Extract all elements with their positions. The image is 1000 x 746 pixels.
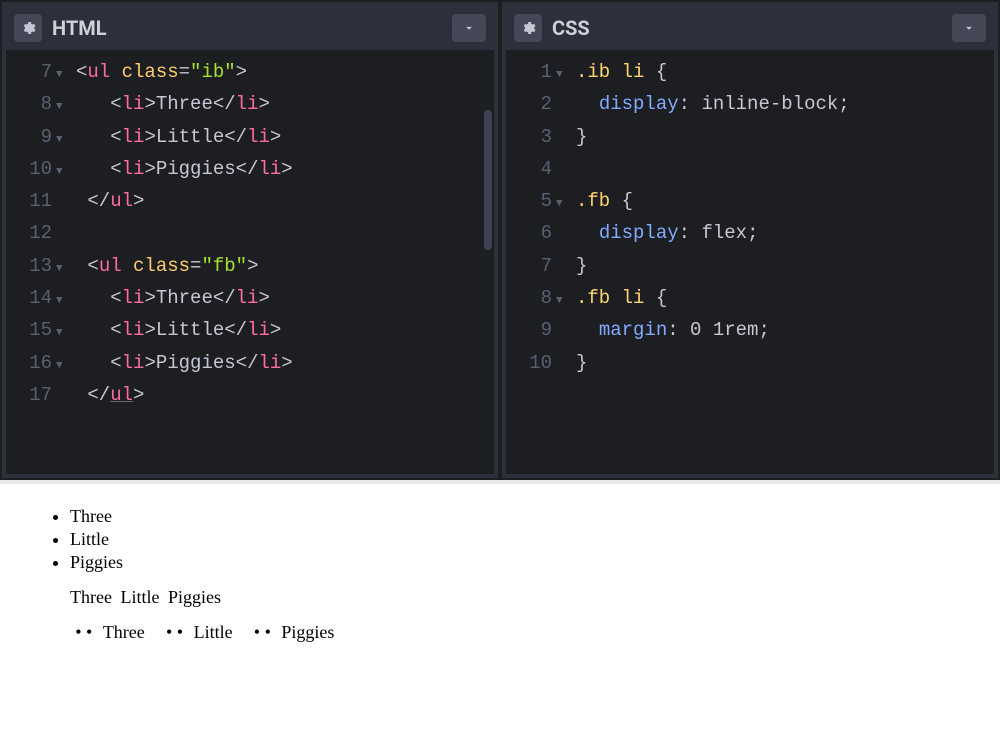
code-content[interactable]: .fb li { xyxy=(572,282,667,314)
fold-icon[interactable]: ▼ xyxy=(56,324,72,343)
preview-area: Three Little Piggies Three Little Piggie… xyxy=(0,480,1000,746)
line-number: 15 xyxy=(6,314,56,346)
chevron-down-icon[interactable] xyxy=(952,14,986,42)
editors-row: HTML 7▼<ul class="ib">8▼ <li>Three</li>9… xyxy=(0,0,1000,480)
fold-icon[interactable]: ▼ xyxy=(56,357,72,376)
line-number: 6 xyxy=(506,217,556,249)
code-content[interactable]: <li>Three</li> xyxy=(72,282,270,314)
code-line[interactable]: 1▼.ib li { xyxy=(506,56,994,88)
code-line[interactable]: 8▼.fb li { xyxy=(506,282,994,314)
code-content[interactable]: margin: 0 1rem; xyxy=(572,314,770,346)
html-pane-header: HTML xyxy=(6,6,494,50)
fold-icon[interactable]: ▼ xyxy=(556,66,572,85)
line-number: 8 xyxy=(6,88,56,120)
list-item: Three xyxy=(86,622,145,643)
code-content[interactable]: <ul class="ib"> xyxy=(72,56,247,88)
preview-list-inline-block: Three Little Piggies xyxy=(30,587,970,608)
code-line[interactable]: 12 xyxy=(6,217,494,249)
code-content[interactable]: .fb { xyxy=(572,185,633,217)
line-number: 3 xyxy=(506,121,556,153)
list-item: Piggies xyxy=(168,587,221,608)
line-number: 8 xyxy=(506,282,556,314)
code-line[interactable]: 14▼ <li>Three</li> xyxy=(6,282,494,314)
code-content[interactable]: .ib li { xyxy=(572,56,667,88)
line-number: 10 xyxy=(6,153,56,185)
html-pane-title: HTML xyxy=(52,16,107,40)
fold-icon[interactable]: ▼ xyxy=(56,131,72,150)
fold-icon[interactable]: ▼ xyxy=(56,163,72,182)
code-content[interactable]: } xyxy=(572,121,587,153)
code-content[interactable]: <li>Little</li> xyxy=(72,121,281,153)
list-item: Little xyxy=(177,622,233,643)
fold-icon[interactable]: ▼ xyxy=(56,66,72,85)
code-content[interactable]: <li>Piggies</li> xyxy=(72,153,293,185)
fold-icon[interactable]: ▼ xyxy=(556,292,572,311)
fold-icon[interactable]: ▼ xyxy=(56,98,72,117)
code-content[interactable]: <li>Little</li> xyxy=(72,314,281,346)
code-content[interactable]: <li>Piggies</li> xyxy=(72,347,293,379)
list-item: Three xyxy=(70,506,970,527)
gear-icon[interactable] xyxy=(514,14,542,42)
code-line[interactable]: 17 </ul> xyxy=(6,379,494,411)
code-line[interactable]: 16▼ <li>Piggies</li> xyxy=(6,347,494,379)
line-number: 2 xyxy=(506,88,556,120)
code-line[interactable]: 9 margin: 0 1rem; xyxy=(506,314,994,346)
code-line[interactable]: 2 display: inline-block; xyxy=(506,88,994,120)
code-line[interactable]: 6 display: flex; xyxy=(506,217,994,249)
code-line[interactable]: 15▼ <li>Little</li> xyxy=(6,314,494,346)
fold-icon[interactable]: ▼ xyxy=(56,260,72,279)
list-item: Little xyxy=(120,587,159,608)
code-content[interactable]: display: inline-block; xyxy=(572,88,850,120)
code-line[interactable]: 8▼ <li>Three</li> xyxy=(6,88,494,120)
preview-list-normal: Three Little Piggies xyxy=(30,506,970,573)
code-content[interactable]: display: flex; xyxy=(572,217,758,249)
code-content[interactable]: } xyxy=(572,347,587,379)
css-pane-title: CSS xyxy=(552,16,590,40)
code-line[interactable]: 10} xyxy=(506,347,994,379)
line-number: 10 xyxy=(506,347,556,379)
code-content[interactable]: <ul class="fb"> xyxy=(72,250,258,282)
scrollbar[interactable] xyxy=(484,110,492,250)
preview-list-flex: Three Little Piggies xyxy=(30,622,970,643)
code-line[interactable]: 13▼ <ul class="fb"> xyxy=(6,250,494,282)
code-line[interactable]: 4 xyxy=(506,153,994,185)
list-item: Three xyxy=(70,587,112,608)
css-pane: CSS 1▼.ib li {2 display: inline-block;3}… xyxy=(502,2,998,478)
css-pane-header: CSS xyxy=(506,6,994,50)
code-line[interactable]: 10▼ <li>Piggies</li> xyxy=(6,153,494,185)
line-number: 5 xyxy=(506,185,556,217)
code-content[interactable]: } xyxy=(572,250,587,282)
code-line[interactable]: 5▼.fb { xyxy=(506,185,994,217)
list-item: Piggies xyxy=(70,552,970,573)
line-number: 1 xyxy=(506,56,556,88)
code-content[interactable]: </ul> xyxy=(72,379,144,411)
fold-icon[interactable]: ▼ xyxy=(56,292,72,311)
fold-icon[interactable]: ▼ xyxy=(556,195,572,214)
line-number: 14 xyxy=(6,282,56,314)
html-pane: HTML 7▼<ul class="ib">8▼ <li>Three</li>9… xyxy=(2,2,498,478)
line-number: 17 xyxy=(6,379,56,411)
list-item: Little xyxy=(70,529,970,550)
line-number: 16 xyxy=(6,347,56,379)
gear-icon[interactable] xyxy=(14,14,42,42)
line-number: 13 xyxy=(6,250,56,282)
line-number: 7 xyxy=(506,250,556,282)
code-content[interactable]: <li>Three</li> xyxy=(72,88,270,120)
line-number: 9 xyxy=(6,121,56,153)
list-item: Piggies xyxy=(265,622,335,643)
code-line[interactable]: 7} xyxy=(506,250,994,282)
html-code-editor[interactable]: 7▼<ul class="ib">8▼ <li>Three</li>9▼ <li… xyxy=(6,50,494,474)
css-code-editor[interactable]: 1▼.ib li {2 display: inline-block;3}45▼.… xyxy=(506,50,994,474)
code-line[interactable]: 3} xyxy=(506,121,994,153)
line-number: 4 xyxy=(506,153,556,185)
line-number: 11 xyxy=(6,185,56,217)
line-number: 7 xyxy=(6,56,56,88)
line-number: 9 xyxy=(506,314,556,346)
code-content[interactable]: </ul> xyxy=(72,185,144,217)
chevron-down-icon[interactable] xyxy=(452,14,486,42)
code-line[interactable]: 11 </ul> xyxy=(6,185,494,217)
line-number: 12 xyxy=(6,217,56,249)
code-line[interactable]: 9▼ <li>Little</li> xyxy=(6,121,494,153)
code-line[interactable]: 7▼<ul class="ib"> xyxy=(6,56,494,88)
